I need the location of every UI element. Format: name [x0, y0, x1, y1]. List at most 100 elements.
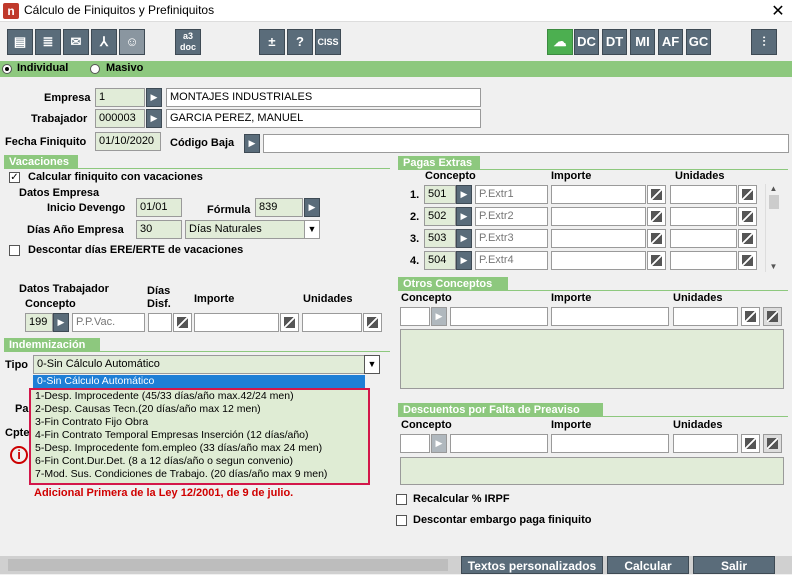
otros-add-icon[interactable] — [741, 307, 760, 326]
paga-importe-input[interactable] — [551, 251, 646, 270]
tipo-label: Tipo — [5, 359, 29, 371]
dt-button[interactable]: DT — [602, 29, 627, 55]
plus-minus-button[interactable]: ± — [259, 29, 285, 55]
formula-lookup-button[interactable]: ▶ — [304, 198, 320, 217]
vac-dias-input[interactable] — [148, 313, 172, 332]
help-button[interactable]: ? — [287, 29, 313, 55]
paga-code-input[interactable]: 502 — [424, 207, 456, 226]
inicio-devengo-input[interactable]: 01/01 — [136, 198, 182, 217]
paga-importe-edit-icon[interactable] — [647, 229, 666, 248]
vac-dias-edit-icon[interactable] — [173, 313, 192, 332]
vac-importe-edit-icon[interactable] — [280, 313, 299, 332]
vac-concepto-code[interactable]: 199 — [25, 313, 53, 332]
paga-lookup-button[interactable]: ▶ — [456, 207, 472, 226]
paga-importe-edit-icon[interactable] — [647, 207, 666, 226]
dias-tipo-dropdown-icon[interactable]: ▼ — [304, 220, 320, 239]
desc-unidades-input[interactable] — [673, 434, 738, 453]
codigo-baja-lookup-button[interactable]: ▶ — [244, 134, 260, 153]
otros-unidades-input[interactable] — [673, 307, 738, 326]
fecha-finiquito-input[interactable]: 01/10/2020 — [95, 132, 161, 151]
cloud-upload-icon[interactable]: ☁ — [547, 29, 573, 55]
vac-unidades-input[interactable] — [302, 313, 362, 332]
descontar-ere-checkbox[interactable] — [9, 245, 20, 256]
paga-unidades-input[interactable] — [670, 229, 737, 248]
desc-add-icon[interactable] — [741, 434, 760, 453]
dropdown-option[interactable]: 3-Fin Contrato Fijo Obra — [31, 416, 368, 429]
print-icon[interactable]: ▤ — [7, 29, 33, 55]
tipo-dropdown-icon[interactable]: ▼ — [364, 355, 380, 374]
paga-unidades-edit-icon[interactable] — [738, 229, 757, 248]
paga-unidades-input[interactable] — [670, 251, 737, 270]
settings-sliders-icon[interactable]: ⫶ — [751, 29, 777, 55]
otros-delete-icon[interactable] — [763, 307, 782, 326]
dropdown-option[interactable]: 7-Mod. Sus. Condiciones de Trabajo. (20 … — [31, 468, 368, 481]
dropdown-option[interactable]: 2-Desp. Causas Tecn.(20 días/año max 12 … — [31, 403, 368, 416]
paga-code-input[interactable]: 503 — [424, 229, 456, 248]
desc-concepto-code[interactable] — [400, 434, 430, 453]
salir-button[interactable]: Salir — [693, 556, 775, 574]
paga-importe-input[interactable] — [551, 185, 646, 204]
paga-lookup-button[interactable]: ▶ — [456, 229, 472, 248]
codigo-baja-input[interactable] — [263, 134, 789, 153]
vac-unidades-edit-icon[interactable] — [363, 313, 382, 332]
calcular-button[interactable]: Calcular — [607, 556, 689, 574]
paga-lookup-button[interactable]: ▶ — [456, 185, 472, 204]
ciss-button[interactable]: CISS — [315, 29, 341, 55]
mi-button[interactable]: MI — [630, 29, 655, 55]
recalcular-irpf-checkbox[interactable] — [396, 494, 407, 505]
paga-importe-input[interactable] — [551, 207, 646, 226]
trabajador-lookup-button[interactable]: ▶ — [146, 109, 162, 128]
vac-importe-input[interactable] — [194, 313, 279, 332]
otros-conceptos-list[interactable] — [400, 329, 784, 389]
vac-concepto-lookup-button[interactable]: ▶ — [53, 313, 69, 332]
dc-button[interactable]: DC — [574, 29, 599, 55]
desc-importe-input[interactable] — [551, 434, 669, 453]
a3doc-button[interactable]: a3 doc — [175, 29, 201, 55]
gc-button[interactable]: GC — [686, 29, 711, 55]
tipo-select[interactable]: 0-Sin Cálculo Automático — [33, 355, 365, 374]
empresa-code-input[interactable]: 1 — [95, 88, 145, 107]
paga-unidades-input[interactable] — [670, 185, 737, 204]
desc-delete-icon[interactable] — [763, 434, 782, 453]
otros-concepto-lookup-button[interactable]: ▶ — [431, 307, 447, 326]
users-icon[interactable]: ☺ — [119, 29, 145, 55]
descuentos-list[interactable] — [400, 457, 784, 485]
pdf-icon[interactable]: ⅄ — [91, 29, 117, 55]
paga-row-number: 4. — [410, 255, 420, 267]
paga-unidades-input[interactable] — [670, 207, 737, 226]
paga-importe-input[interactable] — [551, 229, 646, 248]
dropdown-option[interactable]: 5-Desp. Improcedente fom.empleo (33 días… — [31, 442, 368, 455]
dropdown-option[interactable]: 1-Desp. Improcedente (45/33 días/año max… — [31, 390, 368, 403]
formula-input[interactable]: 839 — [255, 198, 303, 217]
pagas-unidades-header: Unidades — [675, 170, 725, 182]
paga-importe-edit-icon[interactable] — [647, 185, 666, 204]
mode-bar: Individual Masivo — [0, 61, 792, 77]
pagas-scrollbar[interactable]: ▲ ▼ — [765, 184, 781, 272]
document-icon[interactable]: ≣ — [35, 29, 61, 55]
otros-concepto-code[interactable] — [400, 307, 430, 326]
trabajador-code-input[interactable]: 000003 — [95, 109, 145, 128]
af-button[interactable]: AF — [658, 29, 683, 55]
paga-unidades-edit-icon[interactable] — [738, 185, 757, 204]
masivo-radio[interactable] — [90, 64, 100, 74]
textos-personalizados-button[interactable]: Textos personalizados — [461, 556, 603, 574]
paga-code-input[interactable]: 501 — [424, 185, 456, 204]
paga-importe-edit-icon[interactable] — [647, 251, 666, 270]
paga-lookup-button[interactable]: ▶ — [456, 251, 472, 270]
mail-icon[interactable]: ✉ — [63, 29, 89, 55]
individual-radio[interactable] — [2, 64, 12, 74]
calcular-vacaciones-checkbox[interactable]: ✓ — [9, 172, 20, 183]
dropdown-option[interactable]: 6-Fin Cont.Dur.Det. (8 a 12 días/año o s… — [31, 455, 368, 468]
dropdown-option[interactable]: 4-Fin Contrato Temporal Empresas Inserci… — [31, 429, 368, 442]
paga-unidades-edit-icon[interactable] — [738, 251, 757, 270]
dropdown-option-selected[interactable]: 0-Sin Cálculo Automático — [33, 375, 365, 388]
desc-concepto-lookup-button[interactable]: ▶ — [431, 434, 447, 453]
empresa-lookup-button[interactable]: ▶ — [146, 88, 162, 107]
paga-code-input[interactable]: 504 — [424, 251, 456, 270]
dias-anio-input[interactable]: 30 — [136, 220, 182, 239]
dias-tipo-select[interactable]: Días Naturales — [185, 220, 305, 239]
descontar-embargo-checkbox[interactable] — [396, 515, 407, 526]
close-button[interactable]: ✕ — [768, 1, 788, 21]
otros-importe-input[interactable] — [551, 307, 669, 326]
paga-unidades-edit-icon[interactable] — [738, 207, 757, 226]
